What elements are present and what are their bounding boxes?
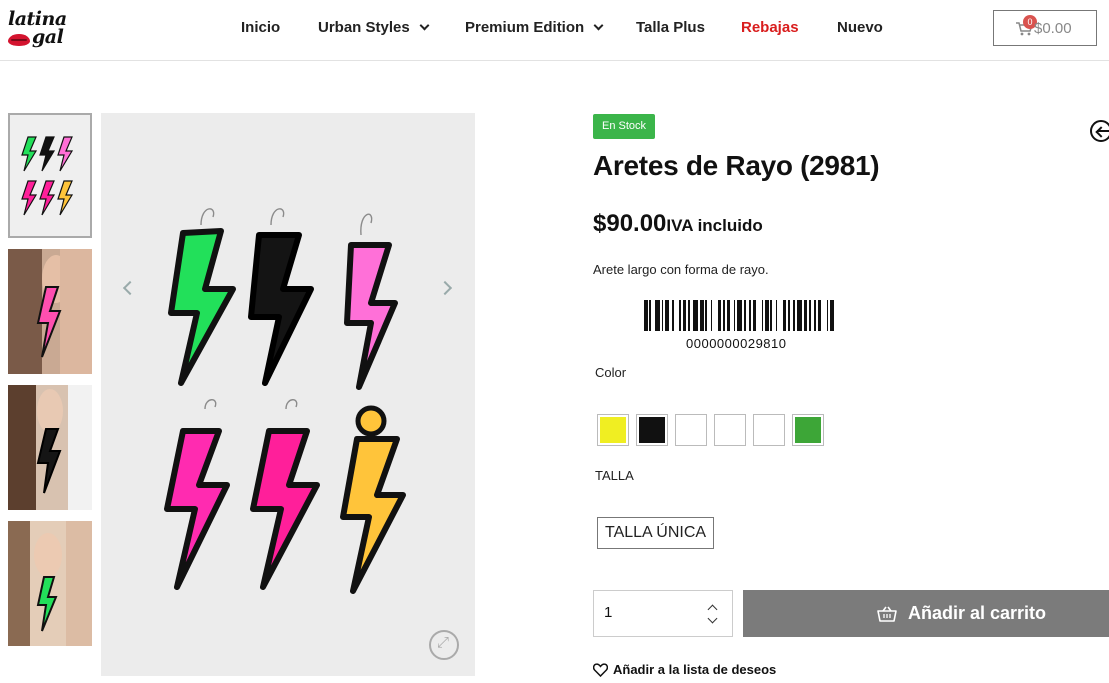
zoom-icon[interactable] xyxy=(429,630,459,660)
chevron-down-icon xyxy=(593,20,604,31)
add-to-cart-button[interactable]: Añadir al carrito xyxy=(743,590,1109,637)
color-swatch-black[interactable] xyxy=(636,414,668,446)
barcode-number: 0000000029810 xyxy=(686,336,787,351)
barcode-bar xyxy=(833,300,836,331)
lips-icon xyxy=(8,34,30,46)
chevron-down-icon xyxy=(419,20,430,31)
quantity-stepper[interactable] xyxy=(593,590,733,637)
stock-badge: En Stock xyxy=(593,114,656,139)
color-swatch-white-2[interactable] xyxy=(714,414,746,446)
price-amount: $90.00 xyxy=(593,210,667,237)
swatch-fill xyxy=(678,417,704,443)
chevron-down-icon[interactable] xyxy=(707,613,718,624)
thumbnail-3[interactable] xyxy=(8,385,92,510)
quantity-input[interactable] xyxy=(604,604,684,621)
nav-item-premium-edition[interactable]: Premium Edition xyxy=(465,19,604,36)
cart-total: $0.00 xyxy=(1034,20,1072,37)
product-main-image[interactable] xyxy=(101,113,475,676)
color-swatch-white-3[interactable] xyxy=(753,414,785,446)
brand-logo[interactable]: latina gal xyxy=(6,6,74,52)
swatch-fill xyxy=(717,417,743,443)
nav-label: Inicio xyxy=(241,19,281,36)
swatch-fill xyxy=(600,417,626,443)
size-option-button[interactable]: TALLA ÚNICA xyxy=(597,517,715,549)
color-swatch-yellow[interactable] xyxy=(597,414,629,446)
basket-icon xyxy=(877,606,897,622)
nav-item-nuevo[interactable]: Nuevo xyxy=(837,19,883,36)
thumbnail-1[interactable] xyxy=(8,113,92,238)
tax-note: IVA incluido xyxy=(666,216,763,235)
site-header: latina gal Inicio Urban Styles Premium E… xyxy=(0,0,1109,61)
add-to-cart-label: Añadir al carrito xyxy=(908,603,1047,623)
barcode xyxy=(644,300,836,331)
thumbnail-4[interactable] xyxy=(8,521,92,646)
color-label: Color xyxy=(595,365,627,380)
color-swatch-white-1[interactable] xyxy=(675,414,707,446)
product-price: $90.00IVA incluido xyxy=(593,210,763,238)
color-swatches xyxy=(597,414,824,446)
nav-item-talla-plus[interactable]: Talla Plus xyxy=(636,19,705,36)
wishlist-label: Añadir a la lista de deseos xyxy=(613,662,777,677)
swatch-fill xyxy=(639,417,665,443)
color-swatch-green[interactable] xyxy=(792,414,824,446)
swatch-fill xyxy=(756,417,782,443)
nav-item-rebajas[interactable]: Rebajas xyxy=(741,19,799,36)
back-arrow-icon[interactable] xyxy=(1090,120,1109,142)
size-label: TALLA xyxy=(595,468,634,483)
nav-item-inicio[interactable]: Inicio xyxy=(241,19,280,36)
nav-label: Nuevo xyxy=(837,19,883,36)
swatch-fill xyxy=(795,417,821,443)
thumbnail-2[interactable] xyxy=(8,249,92,374)
nav-label: Rebajas xyxy=(741,19,799,36)
wishlist-link[interactable]: Añadir a la lista de deseos xyxy=(593,662,776,677)
cart-button[interactable]: 0 $0.00 xyxy=(993,10,1097,46)
nav-label: Urban Styles xyxy=(318,19,410,36)
nav-label: Talla Plus xyxy=(636,19,705,36)
nav-item-urban-styles[interactable]: Urban Styles xyxy=(318,19,430,36)
product-title: Aretes de Rayo (2981) xyxy=(593,150,880,181)
heart-icon xyxy=(593,662,608,677)
nav-label: Premium Edition xyxy=(465,19,585,36)
product-description: Arete largo con forma de rayo. xyxy=(593,262,769,277)
